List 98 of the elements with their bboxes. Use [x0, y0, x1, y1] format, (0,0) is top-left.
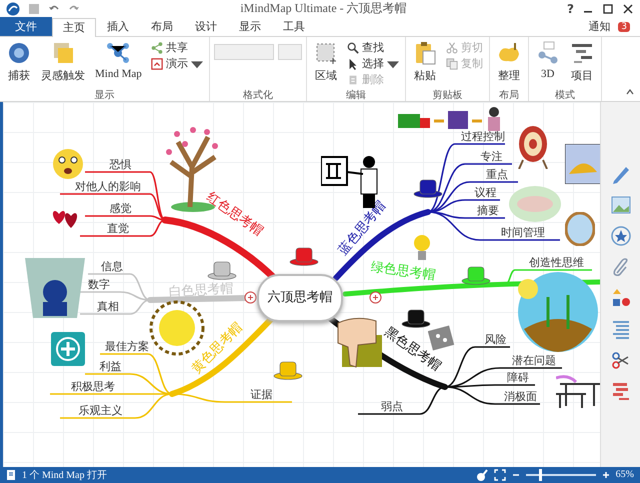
aperture-icon	[7, 40, 31, 65]
topic-label[interactable]: 创造性思维	[529, 254, 584, 270]
copy-icon	[446, 58, 458, 70]
topic-label[interactable]: 专注	[480, 148, 502, 164]
ribbon-tab[interactable]: 设计	[184, 16, 228, 36]
ribbon-button[interactable]: 捕获	[4, 40, 34, 84]
topic-label[interactable]: 对他人的影响	[75, 178, 141, 194]
mind-map-icon	[106, 40, 130, 65]
plus-icon	[51, 332, 85, 366]
topic-label[interactable]: 议程	[474, 184, 496, 200]
outline-list-icon[interactable]	[610, 318, 630, 339]
cursor-icon	[346, 58, 359, 70]
collapse-ribbon-icon[interactable]	[626, 88, 634, 95]
topic-label[interactable]: 摘要	[477, 202, 499, 218]
image-icon[interactable]	[610, 194, 630, 215]
shapes-icon[interactable]	[610, 288, 630, 308]
ribbon-button[interactable]: 选择	[344, 56, 401, 72]
ribbon-group-label: 编辑	[344, 88, 367, 101]
ribbon-tab[interactable]: 工具	[272, 16, 316, 36]
window-title: iMindMap Ultimate - 六顶思考帽	[239, 0, 408, 18]
ribbon-tab[interactable]: 插入	[96, 16, 140, 36]
hat-icon	[289, 246, 319, 266]
ribbon-group-label: 格式化	[242, 88, 274, 101]
presentation-icon	[150, 58, 163, 70]
ribbon-button[interactable]: 演示	[148, 56, 205, 72]
ribbon-group-label: 布局	[498, 88, 520, 101]
ribbon-button[interactable]: 项目	[566, 40, 597, 84]
app-logo-icon	[6, 2, 20, 16]
ribbon-button[interactable]: 共享	[148, 40, 205, 56]
hat-icon	[461, 264, 491, 285]
dashed-area-icon	[314, 40, 338, 65]
topic-label[interactable]: 乐观主义	[78, 402, 122, 418]
search-icon	[346, 42, 359, 54]
expand-handle-icon[interactable]	[244, 290, 257, 304]
central-topic[interactable]: 六顶思考帽	[257, 274, 343, 322]
paperclip-icon[interactable]	[610, 256, 630, 277]
ribbon-button[interactable]: 3D	[532, 40, 563, 81]
topic-label[interactable]: 潜在问题	[512, 352, 556, 368]
topic-label[interactable]: 过程控制	[461, 128, 505, 144]
topic-label[interactable]: 真相	[97, 298, 119, 314]
ribbon-group-label: 显示	[93, 88, 116, 101]
lightbulb-icon	[413, 234, 431, 262]
zoom-level-text: 65%	[616, 469, 634, 480]
topic-label[interactable]: 积极思考	[71, 378, 115, 394]
topic-label[interactable]: 风险	[484, 332, 506, 347]
notification-count-badge: 3	[618, 22, 630, 32]
worried-face-drawing	[51, 146, 85, 181]
notifications-button[interactable]: 通知	[588, 19, 610, 34]
ribbon-group-label: 模式	[554, 88, 576, 101]
ribbon-tab[interactable]: 文件	[0, 16, 52, 36]
thumbs-down-drawing	[336, 316, 384, 369]
branch-label[interactable]: 红色思考帽	[203, 188, 267, 240]
topic-label[interactable]: 消极面	[504, 388, 537, 404]
topic-label[interactable]: 利益	[100, 358, 122, 374]
delete-icon	[346, 74, 359, 86]
desks-drawing	[556, 374, 600, 408]
zoom-slider-thumb[interactable]	[538, 468, 542, 481]
ribbon-tab[interactable]: 显示	[228, 16, 272, 36]
ribbon-button[interactable]: 灵感触发	[38, 40, 88, 84]
ribbon-button[interactable]: 区域	[310, 40, 341, 84]
topic-label[interactable]: 重点	[486, 166, 508, 182]
hat-icon	[273, 360, 303, 380]
help-button[interactable]: ?	[567, 2, 574, 16]
ribbon-group-label: 剪贴板	[431, 88, 464, 101]
topic-label[interactable]: 证据	[250, 386, 272, 402]
topic-label[interactable]: 信息	[101, 258, 123, 274]
ribbon-button[interactable]: 查找	[344, 40, 401, 56]
topic-label[interactable]: 时间管理	[501, 224, 545, 240]
landscape-drawing	[565, 144, 600, 184]
topic-label[interactable]: 数字	[88, 276, 110, 292]
hat-icon	[413, 178, 443, 198]
gantt-bars-icon[interactable]	[610, 380, 630, 401]
fit-screen-icon[interactable]	[494, 468, 506, 481]
share-icon	[150, 42, 163, 54]
close-icon[interactable]	[622, 2, 634, 15]
scissors-icon	[446, 42, 458, 54]
topic-label[interactable]: 障碍	[507, 370, 529, 385]
zoom-in-icon[interactable]	[602, 470, 610, 479]
hat-icon	[207, 260, 237, 280]
node-graph-icon	[536, 40, 560, 65]
topic-label[interactable]: 最佳方案	[105, 338, 149, 354]
branch-label[interactable]: 黑色思考帽	[381, 322, 445, 375]
topic-label[interactable]: 弱点	[381, 398, 403, 414]
ribbon-tab[interactable]: 主页	[52, 18, 96, 37]
ribbon-button[interactable]: 粘贴	[410, 40, 440, 84]
topic-label[interactable]: 感觉	[110, 200, 132, 216]
topic-label[interactable]: 直觉	[107, 220, 129, 236]
scissors-icon[interactable]	[610, 350, 630, 370]
status-text: 1 个 Mind Map 打开	[22, 468, 107, 482]
ribbon-tab[interactable]: 布局	[140, 16, 184, 36]
maximize-icon[interactable]	[602, 2, 614, 15]
hat-icon	[401, 308, 431, 328]
topic-label[interactable]: 恐惧	[110, 156, 132, 172]
brush-icon[interactable]	[476, 468, 488, 481]
thinking-head-drawing	[25, 258, 85, 318]
ribbon-button[interactable]: 整理	[494, 40, 524, 84]
sticky-notes-icon	[51, 40, 75, 65]
ribbon-button[interactable]: Mind Map	[92, 40, 145, 81]
